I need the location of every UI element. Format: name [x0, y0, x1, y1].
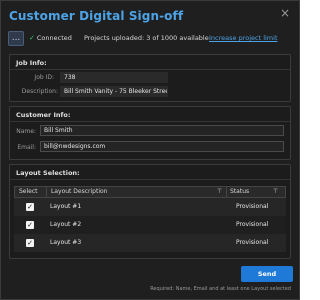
layout-description: Layout #3 [50, 239, 82, 246]
email-input[interactable]: bill@nwdesigns.com [40, 141, 284, 152]
job-id-label: Job ID: [34, 74, 54, 81]
sign-off-window: Customer Digital Sign-off × ... ✓ Connect… [0, 0, 300, 300]
row-checkbox[interactable]: ✓ [26, 239, 34, 247]
table-row[interactable]: ✓ Layout #2 Provisional [14, 216, 286, 234]
column-separator [226, 187, 227, 197]
filter-icon[interactable]: ⊤ [217, 188, 223, 196]
column-status[interactable]: Status [230, 187, 249, 197]
connection-status: ✓ Connected [29, 34, 72, 42]
required-note: Required: Name, Email and at least one L… [150, 286, 291, 292]
filter-icon[interactable]: ⊤ [273, 188, 279, 196]
divider [10, 179, 290, 180]
projects-uploaded-label: Projects uploaded: [84, 34, 145, 42]
layout-description: Layout #2 [50, 221, 82, 228]
customer-info-title: Customer Info: [16, 111, 71, 119]
layout-status: Provisional [236, 221, 269, 228]
customer-info-panel: Customer Info: Name: Bill Smith Email: b… [9, 106, 291, 160]
row-checkbox[interactable]: ✓ [26, 203, 34, 211]
description-label: Description: [21, 88, 58, 95]
layout-description: Layout #1 [50, 203, 82, 210]
email-label: Email: [17, 144, 36, 151]
job-info-panel: Job Info: Job ID: 738 Description: Bill … [9, 54, 291, 102]
check-icon: ✓ [29, 34, 35, 42]
window-title: Customer Digital Sign-off [9, 9, 184, 23]
toolbar: ... ✓ Connected Projects uploaded: 3 of 1… [8, 29, 292, 49]
connection-status-label: Connected [36, 34, 72, 42]
job-info-title: Job Info: [16, 59, 47, 67]
layout-status: Provisional [236, 239, 269, 246]
name-label: Name: [16, 128, 36, 135]
projects-uploaded-count: 3 of 1000 [146, 34, 178, 42]
layout-status: Provisional [236, 203, 269, 210]
projects-uploaded: Projects uploaded: 3 of 1000 available [84, 34, 209, 42]
increase-project-limit-link[interactable]: Increase project limit [209, 34, 278, 42]
layout-selection-panel: Layout Selection: Select Layout Descript… [9, 164, 291, 259]
divider [10, 121, 290, 122]
job-id-field: 738 [60, 72, 168, 83]
table-row[interactable]: ✓ Layout #1 Provisional [14, 198, 286, 216]
layout-table-header: Select Layout Description ⊤ Status ⊤ [14, 186, 286, 198]
description-field: Bill Smith Vanity - 75 Bleeker Street [60, 86, 168, 97]
column-select[interactable]: Select [19, 187, 38, 197]
row-checkbox[interactable]: ✓ [26, 221, 34, 229]
send-button[interactable]: Send [241, 266, 293, 282]
column-layout-description[interactable]: Layout Description [51, 187, 107, 197]
projects-uploaded-suffix: available [179, 34, 209, 42]
name-input[interactable]: Bill Smith [40, 125, 284, 136]
layout-selection-title: Layout Selection: [16, 169, 80, 177]
close-icon[interactable]: × [279, 7, 291, 19]
table-row[interactable]: ✓ Layout #3 Provisional [14, 234, 286, 252]
divider [10, 69, 290, 70]
more-options-button[interactable]: ... [8, 31, 24, 46]
column-separator [46, 187, 47, 197]
